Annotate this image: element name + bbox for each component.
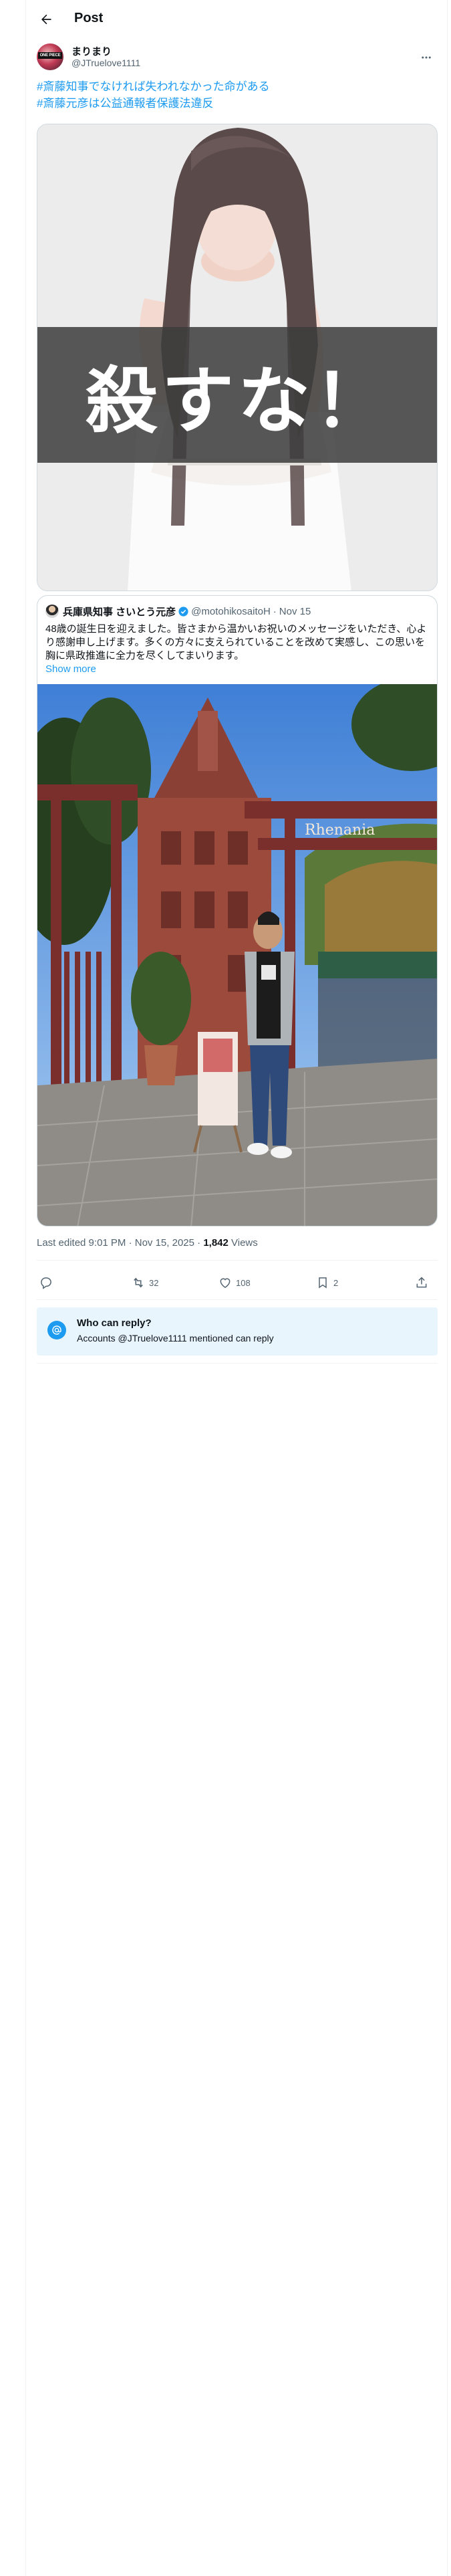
bookmark-count: 2	[333, 1277, 339, 1288]
bookmark-icon	[319, 1277, 327, 1289]
author-name[interactable]: まりまり	[71, 44, 112, 58]
ellipsis-icon	[422, 56, 431, 59]
image-overlay-text: 殺すな！	[85, 358, 390, 443]
speech-bubble-icon	[41, 1277, 51, 1289]
action-bar: 32 108 2	[37, 1267, 438, 1299]
post-author: ONE PIECE まりまり @JTruelove1111	[37, 43, 438, 73]
divider	[37, 1363, 438, 1364]
heart-icon	[220, 1278, 231, 1288]
left-margin	[0, 0, 25, 2576]
quoted-post-header: 兵庫県知事 さいとう元彦 @motohikosaitoH · Nov 15	[45, 604, 311, 619]
back-button[interactable]	[34, 7, 58, 31]
separator-dot: ·	[273, 605, 277, 617]
verified-badge-icon	[178, 606, 188, 617]
repost-arrows-icon	[134, 1277, 143, 1288]
post-timestamp[interactable]: Last edited 9:01 PM · Nov 15, 2025 ·	[37, 1237, 203, 1249]
page-title: Post	[74, 11, 104, 25]
avatar-logo-text: ONE PIECE	[38, 52, 62, 59]
post-text: #斎藤知事でなければ失われなかった命がある #斎藤元彦は公益通報者保護法違反	[37, 78, 438, 112]
share-button[interactable]	[415, 1267, 428, 1299]
post-meta: Last edited 9:01 PM · Nov 15, 2025 · 1,8…	[37, 1237, 258, 1249]
bookmark-button[interactable]: 2	[316, 1267, 338, 1299]
reply-restriction-description: Accounts @JTruelove1111 mentioned can re…	[77, 1333, 274, 1344]
avatar[interactable]: ONE PIECE	[37, 43, 63, 70]
quoted-post-date: Nov 15	[279, 605, 311, 617]
page-header: Post	[26, 0, 448, 39]
image-overlay-band: 殺すな！	[37, 327, 437, 463]
gate-sign-text: Rhenania	[305, 822, 375, 839]
quoted-post-photo[interactable]: Rhenania	[37, 684, 437, 1226]
quoted-author-handle: @motohikosaitoH	[191, 605, 271, 617]
upload-share-icon	[416, 1277, 427, 1288]
quoted-author-name: 兵庫県知事 さいとう元彦	[63, 606, 176, 618]
quoted-post[interactable]: 兵庫県知事 さいとう元彦 @motohikosaitoH · Nov 15 48…	[37, 595, 438, 1226]
views-label: Views	[228, 1237, 258, 1249]
quoted-avatar	[45, 605, 59, 618]
repost-button[interactable]: 32	[132, 1267, 158, 1299]
reply-button[interactable]	[39, 1267, 57, 1299]
hashtag-link[interactable]: #斎藤元彦は公益通報者保護法違反	[37, 95, 438, 112]
divider	[37, 1260, 438, 1261]
like-count: 108	[236, 1277, 251, 1288]
hashtag-link[interactable]: #斎藤知事でなければ失われなかった命がある	[37, 78, 438, 95]
author-handle[interactable]: @JTruelove1111	[71, 58, 140, 68]
repost-count: 32	[149, 1277, 159, 1288]
like-button[interactable]: 108	[218, 1267, 251, 1299]
building-photo: Rhenania	[37, 684, 437, 1226]
reply-restriction-title: Who can reply?	[77, 1317, 152, 1329]
reply-restriction-notice: Who can reply? Accounts @JTruelove1111 m…	[37, 1307, 438, 1356]
views-count: 1,842	[203, 1237, 229, 1249]
more-button[interactable]	[415, 46, 438, 69]
quoted-post-text: 48歳の誕生日を迎えました。皆さまから温かいお祝いのメッセージをいただき、心より…	[45, 623, 427, 661]
show-more-link[interactable]: Show more	[45, 663, 96, 675]
post-image[interactable]: 殺すな！	[37, 124, 438, 591]
arrow-left-icon	[41, 14, 51, 25]
divider	[37, 1299, 438, 1300]
at-sign-icon	[47, 1321, 66, 1339]
post-column: Post ONE PIECE まりまり @JTruelove1111 #斎藤知事…	[25, 0, 448, 2576]
